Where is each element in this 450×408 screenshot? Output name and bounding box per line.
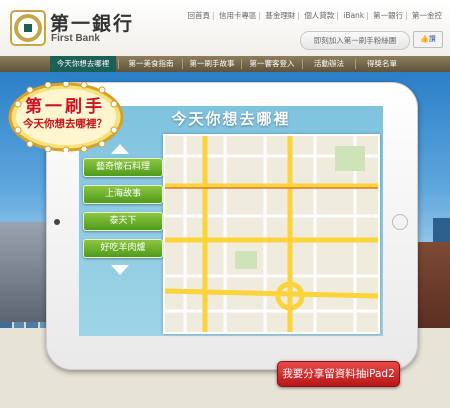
- street-map[interactable]: [163, 134, 380, 334]
- share-for-ipad-button[interactable]: 我要分享留資料抽iPad2: [277, 361, 400, 387]
- nav-tab-member-login[interactable]: 第一饗客登入: [242, 56, 302, 72]
- link-separator: |: [366, 11, 369, 20]
- link-separator: |: [212, 11, 215, 20]
- like-label: 讚: [428, 35, 436, 43]
- nav-tab-winners[interactable]: 得獎名單: [356, 56, 408, 72]
- nav-tab-rules[interactable]: 活動辦法: [303, 56, 355, 72]
- ipad-home-button: [392, 214, 408, 230]
- badge-subtitle: 今天你想去哪裡？: [23, 118, 107, 130]
- nav-tab-food-guide[interactable]: 第一美食指南: [120, 56, 182, 72]
- nav-tab-where-to-go[interactable]: 今天你想去哪裡: [50, 56, 116, 72]
- first-bank-logo-icon[interactable]: [10, 10, 46, 46]
- site-header: 第一銀行 First Bank 回首頁 | 信用卡專區 | 基金理財 | 個人貸款 | …: [0, 0, 450, 56]
- top-link-home[interactable]: 回首頁: [188, 11, 211, 20]
- screen-title: 今天你想去哪裡: [171, 110, 291, 128]
- bank-name-en: First Bank: [51, 33, 100, 44]
- top-links: 回首頁 | 信用卡專區 | 基金理財 | 個人貸款 | iBank | 第一銀行 | 第一金…: [188, 10, 442, 21]
- option-yiqi-kaiseki[interactable]: 藝奇懷石料理: [83, 158, 163, 177]
- main-nav: 今天你想去哪裡 第一美食指南 第一刷手故事 第一饗客登入 活動辦法 得獎名單: [0, 56, 450, 72]
- top-link-ibank[interactable]: iBank: [343, 11, 364, 20]
- scroll-down-arrow-icon[interactable]: [111, 265, 129, 275]
- top-link-first-bank[interactable]: 第一銀行: [373, 11, 403, 20]
- nav-tab-stories[interactable]: 第一刷手故事: [183, 56, 241, 72]
- top-link-funds[interactable]: 基金理財: [265, 11, 295, 20]
- option-thai-tianxia[interactable]: 泰天下: [83, 212, 163, 231]
- link-separator: |: [258, 11, 261, 20]
- top-link-loans[interactable]: 個人貸款: [304, 11, 334, 20]
- link-separator: |: [336, 11, 339, 20]
- bank-name-zh: 第一銀行: [50, 13, 135, 35]
- top-link-credit-card[interactable]: 信用卡專區: [219, 11, 257, 20]
- map-graphic: [165, 136, 378, 332]
- option-shanghai-story[interactable]: 上海故事: [83, 185, 163, 204]
- thumbs-up-icon: 👍: [420, 35, 429, 43]
- ipad-camera-icon: [54, 219, 60, 225]
- link-separator: |: [297, 11, 300, 20]
- facebook-like-button[interactable]: 👍讚: [413, 31, 443, 48]
- option-lamb-hotpot[interactable]: 好吃羊肉爐: [83, 239, 163, 258]
- link-separator: |: [405, 11, 408, 20]
- building: [0, 222, 46, 322]
- top-link-first-financial[interactable]: 第一金控: [412, 11, 442, 20]
- nav-divider: [118, 59, 119, 69]
- join-fan-page-button[interactable]: 即刻加入第一刷手粉絲團: [300, 31, 410, 50]
- badge-title: 第一刷手: [25, 97, 105, 117]
